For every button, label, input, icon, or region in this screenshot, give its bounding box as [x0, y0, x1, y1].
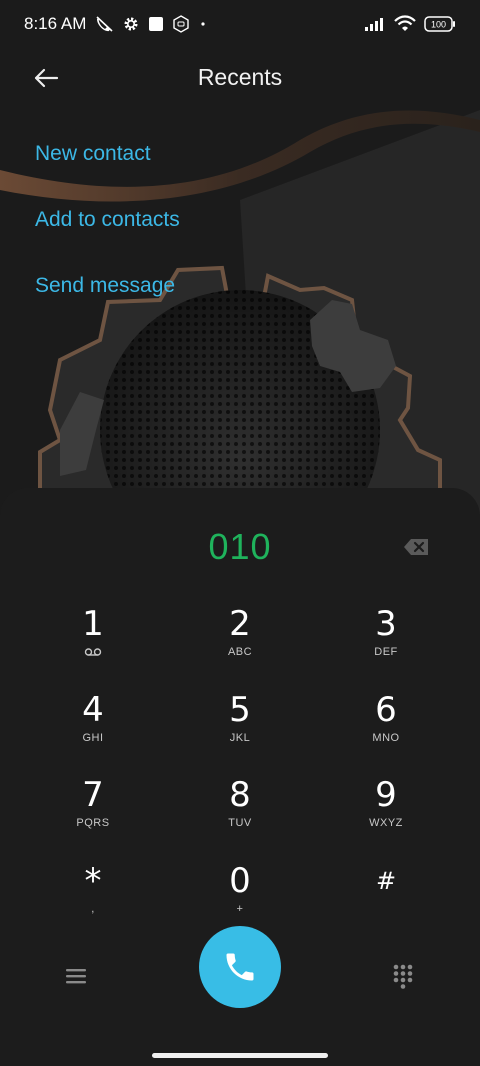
add-to-contacts-link[interactable]: Add to contacts — [35, 204, 180, 270]
key-2[interactable]: 2 ABC — [180, 604, 300, 684]
number-actions: New contact Add to contacts Send message — [35, 138, 180, 336]
voicemail-icon — [84, 648, 102, 656]
status-bar: 8:16 AM 100 — [0, 0, 480, 48]
key-1[interactable]: 1 — [33, 604, 153, 684]
missed-call-icon — [94, 15, 114, 33]
page-title: Recents — [197, 64, 283, 90]
key-digit: # — [375, 867, 397, 895]
key-letters: JKL — [229, 732, 251, 744]
key-letters: WXYZ — [369, 817, 403, 829]
dialpad-grid-icon — [393, 964, 413, 989]
key-digit: 0 — [229, 861, 251, 901]
signal-icon — [364, 16, 386, 32]
key-5[interactable]: 5 JKL — [180, 690, 300, 770]
key-digit: 4 — [82, 690, 104, 730]
status-bar-right: 100 — [364, 15, 456, 33]
key-letters: DEF — [374, 646, 398, 658]
key-digit: 8 — [229, 775, 251, 815]
key-7[interactable]: 7 PQRS — [33, 775, 153, 855]
key-3[interactable]: 3 DEF — [326, 604, 446, 684]
key-digit: 5 — [229, 690, 251, 730]
battery-level: 100 — [431, 20, 446, 30]
key-letters: ABC — [227, 646, 253, 658]
key-letters: MNO — [372, 732, 400, 744]
key-digit: 2 — [229, 604, 251, 644]
app-notification-icon — [172, 15, 190, 33]
call-button[interactable] — [199, 926, 281, 1008]
send-message-link[interactable]: Send message — [35, 270, 180, 336]
key-letters: PQRS — [76, 817, 110, 829]
key-digit: 1 — [82, 604, 104, 644]
home-indicator[interactable] — [152, 1053, 328, 1058]
hamburger-menu-icon — [66, 969, 86, 984]
wifi-icon — [394, 15, 416, 33]
key-letters: + — [236, 903, 244, 915]
square-icon — [148, 16, 164, 32]
key-digit: 6 — [375, 690, 397, 730]
menu-button[interactable] — [58, 961, 94, 991]
backspace-button[interactable] — [403, 536, 431, 558]
key-8[interactable]: 8 TUV — [180, 775, 300, 855]
key-letters: TUV — [228, 817, 252, 829]
status-time: 8:16 AM — [24, 14, 87, 33]
key-digit: 7 — [82, 775, 104, 815]
key-6[interactable]: 6 MNO — [326, 690, 446, 770]
key-digit: 3 — [375, 604, 397, 644]
new-contact-link[interactable]: New contact — [35, 138, 180, 204]
app-header: Recents — [0, 52, 480, 104]
phone-icon — [226, 953, 254, 981]
backspace-icon — [404, 539, 428, 555]
key-letters: , — [91, 903, 95, 915]
dialer-bottom-bar — [0, 925, 480, 1025]
key-4[interactable]: 4 GHI — [33, 690, 153, 770]
status-bar-left: 8:16 AM — [24, 14, 208, 34]
settings-gear-icon — [122, 15, 140, 33]
key-9[interactable]: 9 WXYZ — [326, 775, 446, 855]
key-digit: 9 — [375, 775, 397, 815]
battery-icon: 100 — [424, 16, 456, 32]
dot-icon — [198, 19, 208, 29]
key-letters: GHI — [82, 732, 104, 744]
key-digit: * — [84, 861, 102, 901]
dialpad-toggle-button[interactable] — [388, 961, 418, 991]
